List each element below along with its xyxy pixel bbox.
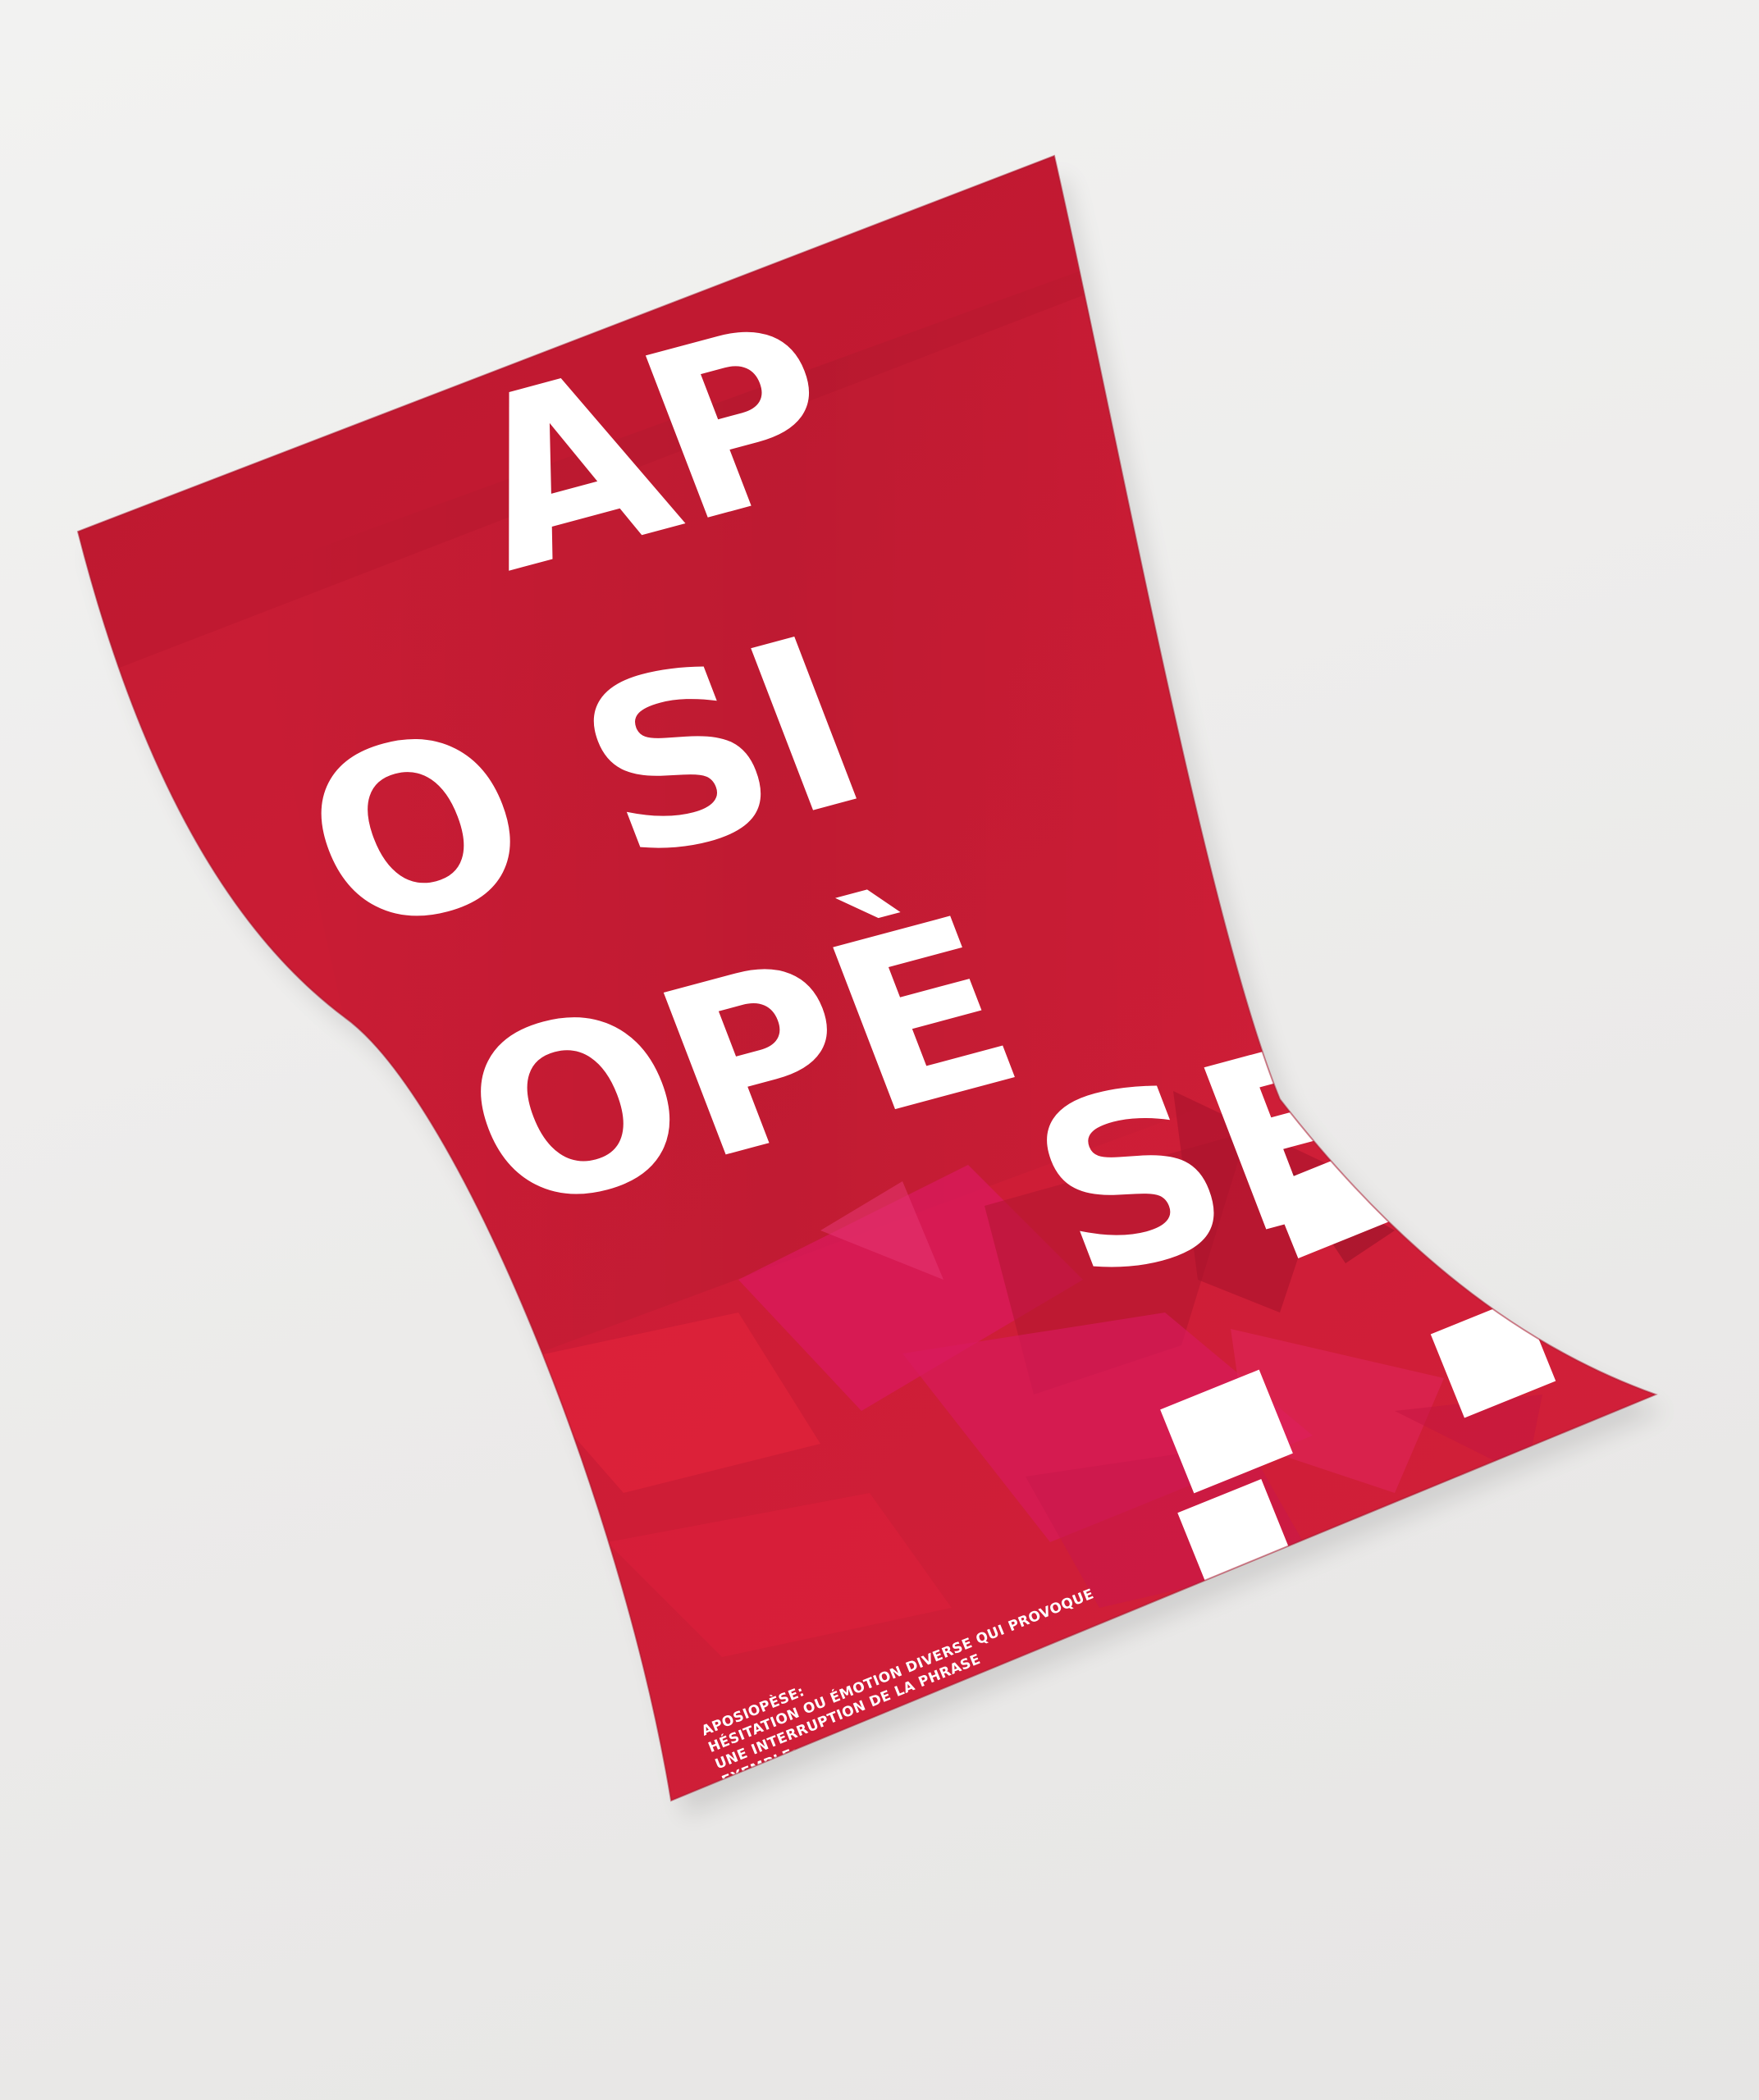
photo-scene: AP O SI OPÈ SE APOSIOPÈSE: HÉSITATION OU… xyxy=(76,154,1665,1817)
poster: AP O SI OPÈ SE APOSIOPÈSE: HÉSITATION OU… xyxy=(76,154,1658,1802)
